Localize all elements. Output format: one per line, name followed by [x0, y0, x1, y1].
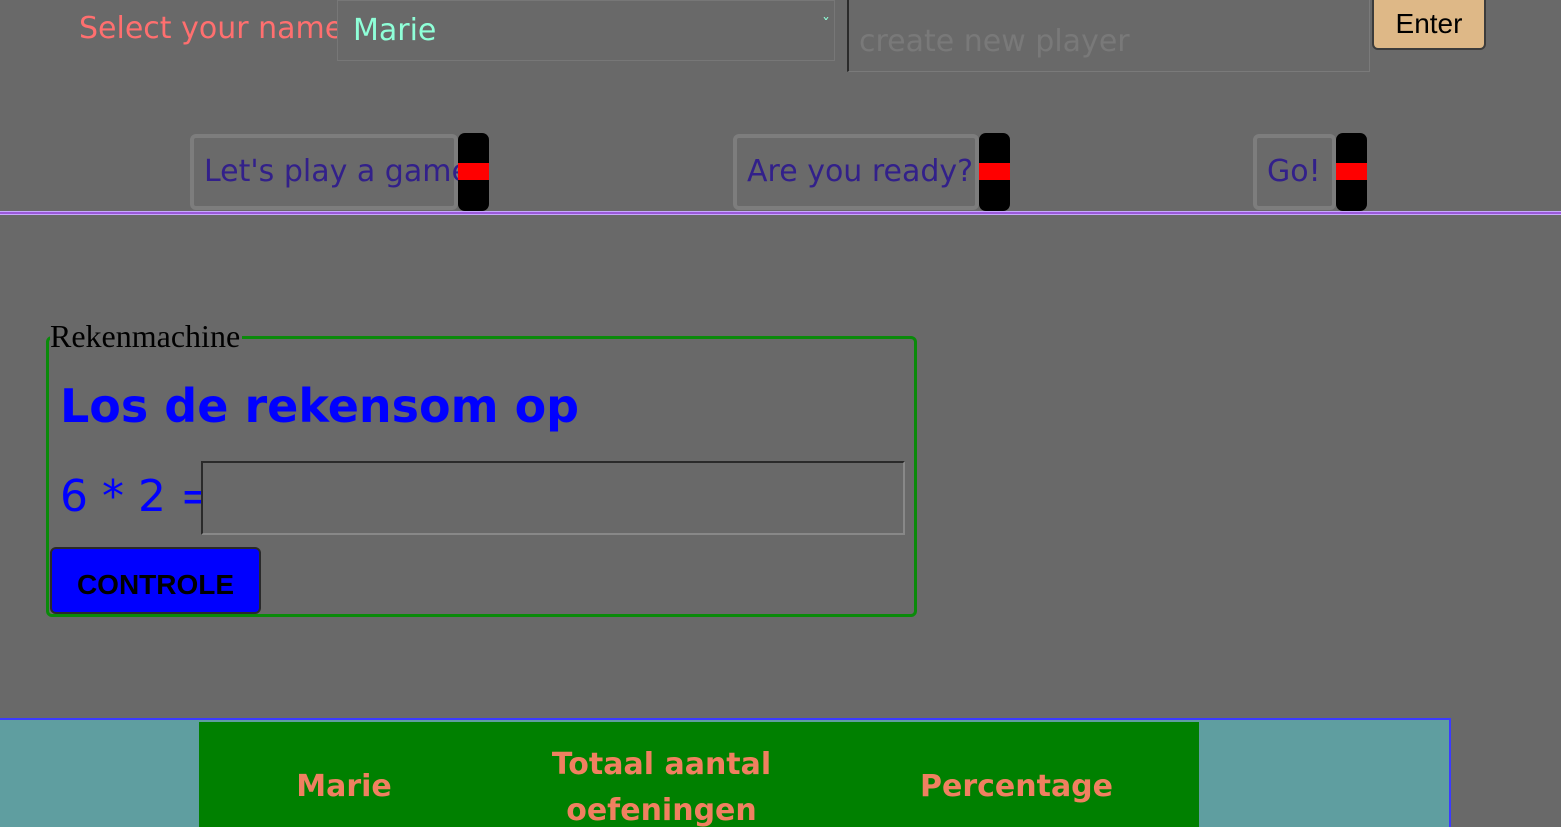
select-name-label: Select your name	[79, 11, 344, 46]
new-player-input[interactable]	[847, 0, 1370, 72]
mode-switch-go[interactable]	[1336, 133, 1367, 211]
header-divider	[0, 211, 1561, 215]
switch-knob	[458, 163, 489, 180]
switch-knob	[979, 163, 1010, 180]
player-select-value: Marie	[353, 13, 437, 48]
results-header-percentage: Percentage	[919, 769, 1114, 804]
check-button[interactable]: CONTROLE	[50, 547, 261, 614]
player-select[interactable]: Marie ˇ	[337, 0, 835, 61]
mode-button-lets-play[interactable]: Let's play a game	[190, 134, 470, 210]
switch-knob	[1336, 163, 1367, 180]
chevron-down-icon: ˇ	[822, 15, 830, 34]
mode-switch-are-you-ready[interactable]	[979, 133, 1010, 211]
enter-button[interactable]: Enter	[1372, 0, 1486, 50]
results-header-total: Totaal aantal oefeningen	[551, 747, 772, 827]
answer-input[interactable]	[201, 461, 905, 535]
results-table: Marie Totaal aantal oefeningen Percentag…	[199, 722, 1199, 827]
calculator-title: Los de rekensom op	[60, 379, 580, 433]
results-header-player: Marie	[296, 769, 392, 804]
mode-button-go[interactable]: Go!	[1253, 134, 1336, 210]
calculator-question: 6 * 2 =	[60, 471, 217, 522]
mode-button-are-you-ready[interactable]: Are you ready?	[733, 134, 979, 210]
mode-switch-lets-play[interactable]	[458, 133, 489, 211]
calculator-legend: Rekenmachine	[50, 318, 243, 354]
